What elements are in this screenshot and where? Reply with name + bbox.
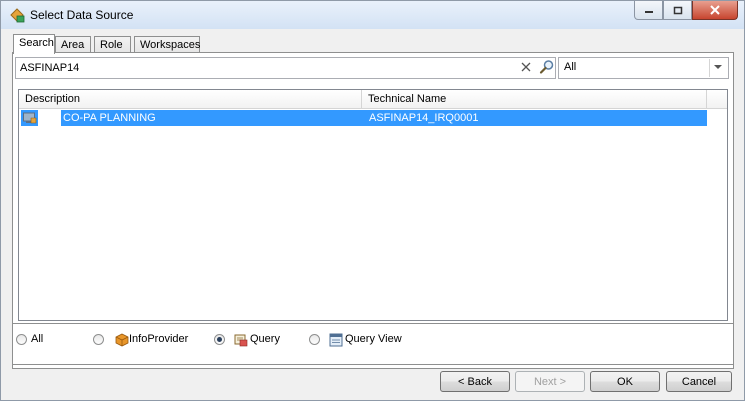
row-description: CO-PA PLANNING: [63, 112, 156, 124]
search-box: [15, 57, 556, 79]
next-button[interactable]: Next >: [515, 371, 585, 392]
ok-button[interactable]: OK: [590, 371, 660, 392]
restore-icon: [673, 6, 682, 14]
close-button[interactable]: [692, 1, 738, 20]
query-view-icon: [329, 333, 343, 347]
window-controls: [634, 1, 738, 21]
tab-role[interactable]: Role: [94, 36, 131, 53]
tab-search[interactable]: Search: [13, 34, 55, 54]
search-input[interactable]: [20, 60, 500, 75]
query-icon: [234, 334, 248, 347]
infoprovider-icon: [115, 333, 129, 347]
redacted-text: [38, 110, 61, 126]
radio-query-view[interactable]: [309, 334, 320, 345]
cancel-button[interactable]: Cancel: [666, 371, 732, 392]
query-row-icon: [23, 112, 37, 124]
dialog-window: Select Data Source Search Area Role Work…: [0, 0, 745, 401]
radio-infoprovider[interactable]: [93, 334, 104, 345]
radio-query-label: Query: [250, 333, 280, 345]
table-row[interactable]: CO-PA PLANNING ASFINAP14_IRQ0001: [21, 110, 707, 126]
radio-all-label: All: [31, 333, 44, 345]
column-header-description[interactable]: Description: [19, 90, 362, 108]
tab-workspaces[interactable]: Workspaces: [134, 36, 200, 53]
search-scope-dropdown[interactable]: All: [558, 57, 729, 79]
radio-query-view-label: Query View: [345, 333, 402, 345]
title-bar[interactable]: Select Data Source: [1, 1, 744, 29]
column-header-technical-name[interactable]: Technical Name: [362, 90, 707, 108]
clear-search-icon[interactable]: [519, 60, 533, 74]
results-list[interactable]: Description Technical Name CO-PA PLANNIN…: [18, 89, 728, 321]
results-header: Description Technical Name: [19, 90, 727, 109]
chevron-down-icon: [714, 65, 722, 69]
data-source-icon: [10, 8, 25, 23]
search-scope-value: All: [564, 61, 577, 73]
radio-infoprovider-label: InfoProvider: [129, 333, 189, 345]
restore-button[interactable]: [663, 1, 692, 20]
row-technical-name: ASFINAP14_IRQ0001: [369, 112, 479, 124]
back-button[interactable]: < Back: [440, 371, 510, 392]
dialog-title: Select Data Source: [30, 8, 134, 22]
dropdown-separator: [709, 59, 710, 77]
search-icon[interactable]: [539, 59, 555, 75]
minimize-button[interactable]: [634, 1, 663, 20]
minimize-icon: [644, 11, 653, 13]
radio-all[interactable]: [16, 334, 27, 345]
tab-area[interactable]: Area: [55, 36, 91, 53]
close-icon: [710, 5, 720, 15]
radio-query[interactable]: [214, 334, 225, 345]
